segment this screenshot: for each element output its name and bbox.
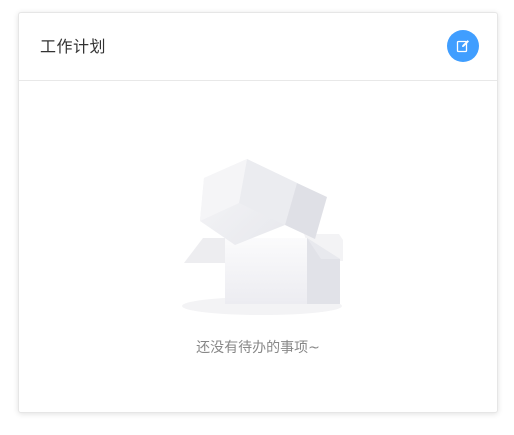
empty-state-text: 还没有待办的事项~ <box>196 340 320 356</box>
edit-icon <box>456 39 470 53</box>
card-header: 工作计划 <box>19 13 497 81</box>
empty-state: 还没有待办的事项~ <box>19 81 497 413</box>
empty-box-illustration <box>177 153 357 317</box>
edit-button[interactable] <box>447 30 479 62</box>
work-plan-card: 工作计划 还没有待办的事项~ <box>18 12 498 413</box>
card-title: 工作计划 <box>40 37 107 56</box>
